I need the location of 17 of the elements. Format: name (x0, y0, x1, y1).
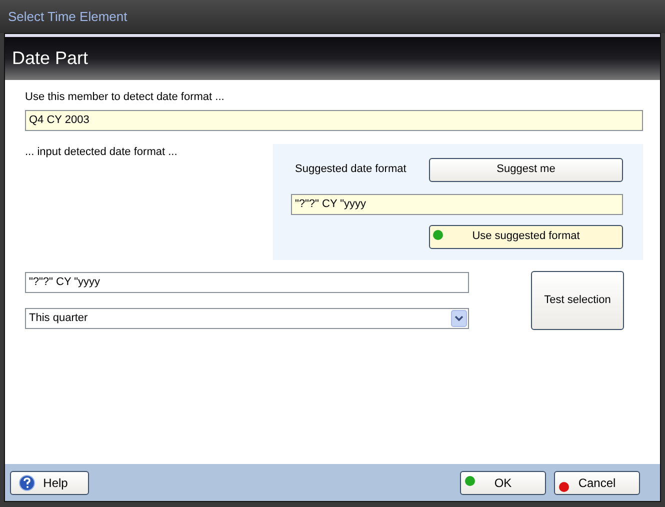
ok-button[interactable]: OK (460, 470, 546, 494)
member-field[interactable]: Q4 CY 2003 (25, 110, 643, 130)
suggestion-label: Suggested date format (294, 162, 408, 178)
suggest-button[interactable]: Suggest me (429, 158, 623, 182)
test-selection-button[interactable]: Test selection (531, 270, 624, 330)
window-title: Select Time Element (8, 8, 128, 26)
use-suggested-button[interactable]: Use suggested format (429, 224, 623, 248)
header-title: Date Part (12, 47, 88, 70)
period-dropdown[interactable]: This quarter (25, 308, 469, 328)
chevron-down-icon (451, 310, 467, 326)
format-field[interactable]: "?"?" CY "yyyy (25, 272, 469, 292)
cancel-button[interactable]: Cancel (554, 470, 640, 494)
field-label: ... input detected date format ... (25, 144, 178, 160)
suggested-format-field[interactable]: "?"?" CY "yyyy (291, 194, 623, 214)
help-icon (19, 474, 36, 490)
help-button[interactable]: Help (10, 470, 89, 494)
field-label: Use this member to detect date format ... (25, 90, 226, 105)
